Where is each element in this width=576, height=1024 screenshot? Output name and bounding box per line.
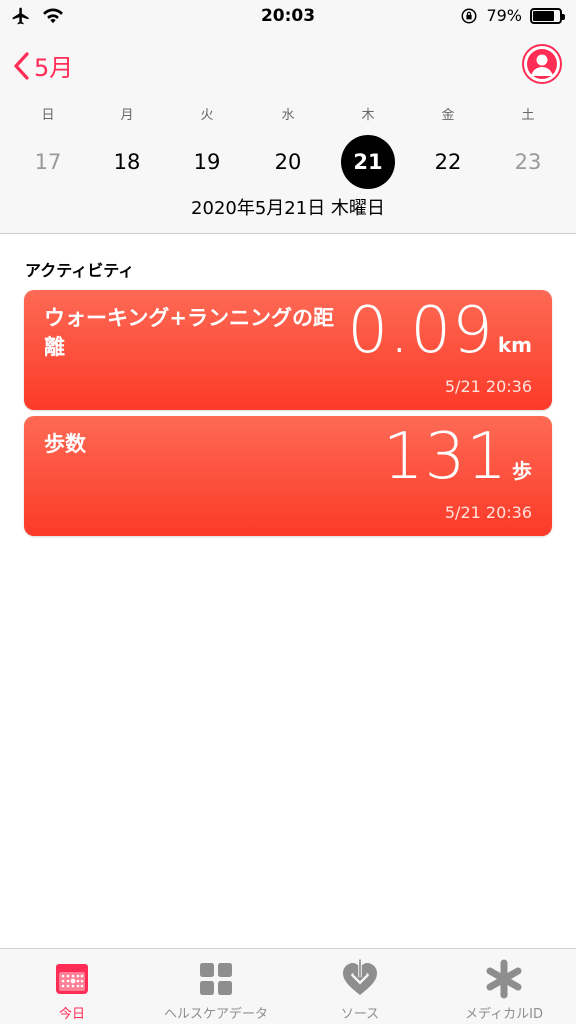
calendar-icon	[56, 964, 88, 994]
full-date-label: 2020年5月21日 木曜日	[191, 198, 385, 219]
weekday-sun: 日	[41, 108, 55, 123]
card-value-number: 131	[382, 420, 508, 494]
date-17[interactable]: 17	[21, 135, 75, 189]
date-row: 17 18 19 20 21 22 23	[0, 135, 576, 189]
battery-icon	[530, 7, 565, 24]
tab-label: ソース	[340, 1007, 380, 1022]
tab-label: 今日	[58, 1007, 85, 1022]
section-title: アクティビティ	[25, 261, 135, 280]
battery-percent: 79%	[486, 6, 522, 25]
card-timestamp: 5/21 20:36	[444, 377, 532, 396]
card-value-unit: km	[497, 333, 532, 357]
profile-button[interactable]	[522, 44, 562, 84]
date-20[interactable]: 20	[261, 135, 315, 189]
heart-download-icon	[343, 959, 377, 995]
card-value: 0.09 km	[347, 294, 532, 368]
weekday-tue: 火	[200, 108, 214, 123]
weekday-mon: 月	[120, 108, 134, 123]
asterisk-icon	[486, 959, 522, 999]
weekday-wed: 水	[281, 108, 295, 123]
rotation-lock-icon	[461, 8, 477, 23]
card-title: 歩数	[44, 432, 86, 456]
tab-label: ヘルスケアデータ	[163, 1007, 268, 1022]
card-value-unit: 歩	[512, 459, 532, 483]
grid-icon	[200, 963, 232, 995]
tab-label: メディカルID	[465, 1007, 543, 1022]
back-label: 5月	[34, 54, 74, 82]
chevron-left-icon	[14, 51, 29, 80]
tab-sources[interactable]: ソース	[288, 949, 432, 1024]
date-22[interactable]: 22	[421, 135, 475, 189]
weekday-sat: 土	[521, 108, 535, 123]
card-timestamp: 5/21 20:36	[444, 503, 532, 522]
weekday-fri: 金	[441, 108, 455, 123]
tab-today[interactable]: 今日	[0, 949, 144, 1024]
status-bar: 20:03 79%	[0, 0, 576, 34]
card-value-number: 0.09	[347, 294, 494, 368]
back-button[interactable]: 5月	[12, 48, 73, 83]
steps-card[interactable]: 歩数 131 歩 5/21 20:36	[24, 416, 552, 536]
date-23[interactable]: 23	[501, 135, 555, 189]
person-icon	[527, 49, 557, 79]
tab-medical-id[interactable]: メディカルID	[432, 949, 576, 1024]
status-right: 79%	[460, 6, 565, 25]
date-21-selected[interactable]: 21	[341, 135, 395, 189]
weekday-thu: 木	[361, 108, 375, 123]
card-title: ウォーキング+ランニングの距離	[44, 306, 334, 360]
date-19[interactable]: 19	[180, 135, 234, 189]
calendar-header: 5月 日 月 火 水 木 金 土 17 18 19 20 21 22 23 20…	[0, 34, 576, 234]
tab-bar: 今日 ヘルスケアデータ ソース メディカルID	[0, 948, 576, 1024]
battery-level	[533, 10, 554, 21]
date-18[interactable]: 18	[100, 135, 154, 189]
card-value: 131 歩	[383, 420, 532, 494]
tab-health-data[interactable]: ヘルスケアデータ	[144, 949, 288, 1024]
distance-card[interactable]: ウォーキング+ランニングの距離 0.09 km 5/21 20:36	[24, 290, 552, 410]
